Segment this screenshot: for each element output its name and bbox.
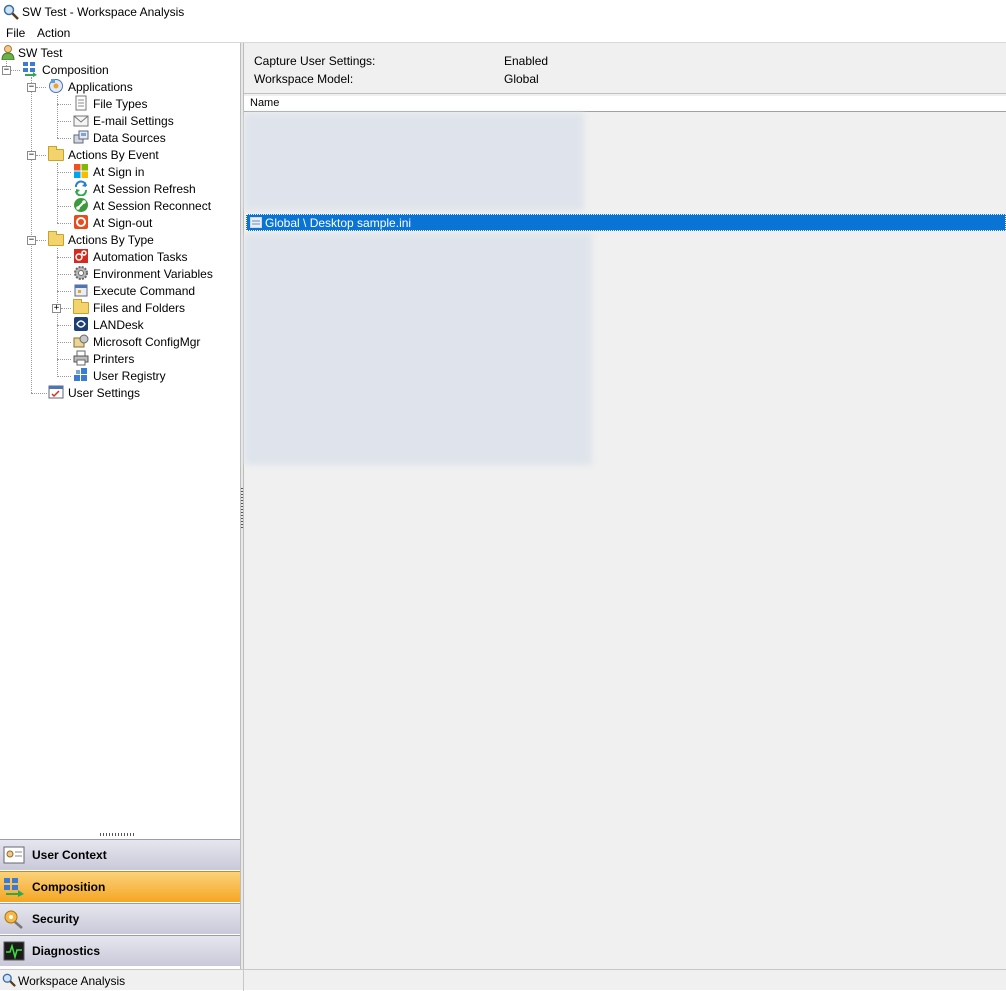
capture-user-settings-label: Capture User Settings: [254, 54, 376, 68]
diagnostics-icon [3, 941, 25, 961]
refresh-icon [75, 180, 87, 196]
nav-button-security[interactable]: Security [0, 903, 240, 934]
folder-icon [48, 146, 64, 161]
magnifier-icon [3, 4, 19, 20]
registry-icon [74, 368, 87, 381]
details-pane: Capture User Settings: Enabled Workspace… [244, 43, 1006, 969]
status-bar: Workspace Analysis [0, 969, 1006, 991]
security-icon [4, 910, 23, 929]
menu-bar: File Action [0, 24, 1006, 43]
column-name-header: Name [250, 97, 280, 109]
folder-icon [48, 231, 64, 246]
redacted-list-items [244, 233, 592, 465]
title-bar: SW Test - Workspace Analysis [0, 0, 1006, 24]
composition-icon [4, 878, 24, 897]
files-and-folders-expander[interactable]: + [52, 304, 61, 313]
user-icon [1, 45, 15, 60]
selected-item-label: Global \ Desktop sample.ini [265, 216, 412, 230]
list-column-header[interactable]: Name [244, 96, 1006, 112]
nav-button-composition[interactable]: Composition [0, 871, 240, 902]
folder-icon [73, 299, 89, 314]
configmgr-icon [73, 334, 89, 348]
user-context-icon [3, 846, 25, 864]
splitter-grip [241, 488, 243, 528]
nav-button-user-context[interactable]: User Context [0, 839, 240, 870]
landesk-icon [74, 317, 88, 331]
windows-logo-icon [74, 164, 88, 178]
composition-expander[interactable]: − [2, 66, 11, 75]
execute-command-icon [74, 284, 88, 297]
sign-out-icon [74, 215, 88, 229]
capture-user-settings-value: Enabled [504, 54, 549, 68]
printer-icon [73, 350, 89, 366]
status-text: Workspace Analysis [18, 974, 126, 988]
workspace-model-label: Workspace Model: [254, 72, 354, 86]
gear-icon [74, 266, 88, 280]
menu-file[interactable]: File [6, 26, 25, 40]
header-separator [244, 93, 1006, 94]
actions-by-event-expander[interactable]: − [27, 151, 36, 160]
email-icon [73, 115, 89, 127]
window-title: SW Test - Workspace Analysis [22, 5, 185, 19]
nav-button-diagnostics[interactable]: Diagnostics [0, 935, 240, 966]
redacted-list-items [244, 113, 584, 211]
applications-icon [49, 79, 63, 93]
composition-icon [23, 62, 37, 77]
menu-action[interactable]: Action [37, 26, 70, 40]
reconnect-icon [74, 198, 88, 212]
workspace-model-value: Global [504, 72, 539, 86]
status-separator [243, 970, 244, 991]
magnifier-icon [2, 973, 16, 987]
automation-tasks-icon [74, 249, 88, 263]
user-settings-icon [48, 385, 64, 399]
navigation-tree: − − − − + SW Test Composition Applicatio… [0, 43, 240, 833]
applications-expander[interactable]: − [27, 83, 36, 92]
data-sources-icon [73, 130, 89, 144]
list-item-selected[interactable]: Global \ Desktop sample.ini [246, 214, 1006, 231]
file-types-icon [75, 95, 87, 111]
ini-file-icon [250, 217, 262, 228]
actions-by-type-expander[interactable]: − [27, 236, 36, 245]
nav-pane-resize-grip[interactable] [100, 833, 136, 836]
